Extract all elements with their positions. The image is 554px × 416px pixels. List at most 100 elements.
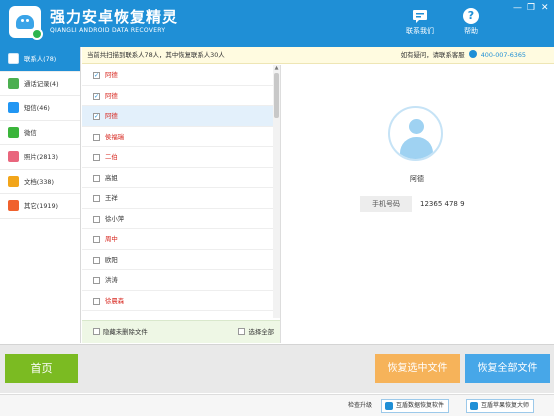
contact-row[interactable]: ✓ 阿德 <box>82 65 273 86</box>
contact-us-button[interactable]: 联系我们 <box>400 8 440 42</box>
contact-us-icon <box>413 10 427 23</box>
contact-checkbox[interactable] <box>93 133 100 141</box>
contact-checkbox[interactable] <box>93 174 100 182</box>
sidebar-item-label: 照片(2813) <box>24 153 59 161</box>
contacts-icon <box>8 53 19 64</box>
check-update-link[interactable]: 检查升级 <box>348 395 372 416</box>
contact-row[interactable]: 侯福瑞 <box>82 127 273 147</box>
contact-checkbox[interactable]: ✓ <box>93 72 100 79</box>
promo-data-recovery-link[interactable]: 互盾数据恢复软件 <box>381 399 450 413</box>
title-bar: 强力安卓恢复精灵 QIANGLI ANDROID DATA RECOVERY 联… <box>0 0 554 47</box>
contact-name: 侯福瑞 <box>105 132 125 141</box>
contact-row[interactable]: 高姐 <box>82 168 273 188</box>
contact-checkbox[interactable] <box>93 277 100 284</box>
contact-row[interactable]: 周中 <box>82 229 273 250</box>
contact-row[interactable]: 王祥 <box>82 188 273 209</box>
contact-row[interactable]: ✓ 阿德 <box>82 86 273 106</box>
contact-row[interactable]: 欧阳 <box>82 250 273 270</box>
contact-name: 王祥 <box>105 194 118 202</box>
data-recovery-app-icon <box>385 402 393 410</box>
promo-apple-recovery-label: 互盾苹果恢复大师 <box>481 402 530 409</box>
contact-name: 洪涛 <box>105 276 118 284</box>
contact-name: 阿德 <box>105 91 118 100</box>
phone-value: 12365 478 9 <box>420 200 465 208</box>
sidebar-item[interactable]: 短信(46) <box>0 96 80 121</box>
sidebar-item[interactable]: 通话记录(4) <box>0 72 80 96</box>
phone-icon <box>468 50 477 58</box>
help-button[interactable]: ? 帮助 <box>451 8 491 42</box>
contact-checkbox[interactable]: ✓ <box>93 113 100 120</box>
support-info: 如有疑问，请联系客服 400-007-6365 <box>401 47 526 64</box>
contact-us-label: 联系我们 <box>406 27 434 35</box>
contact-checkbox[interactable] <box>93 297 100 305</box>
select-all-checkbox[interactable] <box>238 328 246 335</box>
contact-detail-panel: 阿德 手机号码 12365 478 9 <box>282 65 554 343</box>
contact-list-panel: ✓ 阿德 ✓ 阿德 ✓ 阿德侯福瑞二伯高姐王祥徐小萍周中欧阳洪涛徐晨森 ▲ 隐藏未删除文件… <box>82 65 281 343</box>
apple-recovery-app-icon <box>470 402 478 410</box>
maximize-button[interactable]: ❐ <box>527 3 535 13</box>
contact-row[interactable]: 洪涛 <box>82 270 273 291</box>
app-logo-icon <box>9 6 43 40</box>
home-button[interactable]: 首页 <box>5 354 78 383</box>
restore-all-button[interactable]: 恢复全部文件 <box>465 354 550 383</box>
call-log-icon <box>8 77 19 89</box>
minimize-button[interactable]: — <box>513 3 522 13</box>
contact-avatar-icon <box>388 106 443 161</box>
contact-checkbox[interactable] <box>93 256 100 264</box>
others-icon <box>8 200 19 211</box>
contact-row[interactable]: 二伯 <box>82 147 273 168</box>
hide-deleted-toggle[interactable]: 隐藏未删除文件 <box>93 321 148 343</box>
scroll-thumb[interactable] <box>274 73 279 118</box>
sidebar-item-label: 文档(338) <box>24 177 54 186</box>
hide-deleted-label: 隐藏未删除文件 <box>103 328 148 336</box>
list-scrollbar[interactable]: ▲ <box>273 65 280 318</box>
phone-label: 手机号码 <box>360 196 412 212</box>
promo-data-recovery-label: 互盾数据恢复软件 <box>396 402 445 409</box>
action-bar: 首页 恢复选中文件 恢复全部文件 <box>0 344 554 393</box>
contact-checkbox[interactable]: ✓ <box>93 92 100 100</box>
contact-name: 二伯 <box>105 153 118 161</box>
info-bar: 当前共扫描到联系人78人，其中恢复联系人30人 如有疑问，请联系客服 400-0… <box>82 47 554 64</box>
documents-icon <box>8 175 19 187</box>
contact-name: 高姐 <box>105 173 118 182</box>
sidebar-item-label: 联系人(78) <box>24 55 57 63</box>
contact-name: 阿德 <box>410 175 424 183</box>
select-all-toggle[interactable]: 选择全部 <box>238 321 274 343</box>
sidebar-item[interactable]: 微信 <box>0 121 80 145</box>
sidebar-item[interactable]: 照片(2813) <box>0 145 80 170</box>
contact-checkbox[interactable] <box>93 154 100 161</box>
android-icon <box>16 15 34 29</box>
select-all-label: 选择全部 <box>248 328 274 336</box>
sidebar-item-label: 短信(46) <box>24 104 50 112</box>
contact-list: ✓ 阿德 ✓ 阿德 ✓ 阿德侯福瑞二伯高姐王祥徐小萍周中欧阳洪涛徐晨森 <box>82 65 273 318</box>
contact-name: 欧阳 <box>105 255 118 264</box>
category-sidebar: 联系人(78) 通话记录(4) 短信(46) 微信照片(2813) 文档(338) 其它(… <box>0 47 81 343</box>
scroll-up-icon[interactable]: ▲ <box>273 65 280 71</box>
sidebar-item-label: 通话记录(4) <box>24 79 59 88</box>
contact-name: 周中 <box>105 235 118 243</box>
status-bar: 检查升级 互盾数据恢复软件 互盾苹果恢复大师 <box>0 394 554 416</box>
restore-selected-button[interactable]: 恢复选中文件 <box>375 354 460 383</box>
contact-name: 徐小萍 <box>105 214 125 223</box>
support-phone: 400-007-6365 <box>480 51 526 59</box>
sidebar-item[interactable]: 联系人(78) <box>0 47 80 72</box>
promo-apple-recovery-link[interactable]: 互盾苹果恢复大师 <box>466 399 535 413</box>
app-subtitle: QIANGLI ANDROID DATA RECOVERY <box>50 27 166 34</box>
contact-name: 阿德 <box>105 112 118 120</box>
contact-name: 阿德 <box>105 71 118 79</box>
contact-checkbox[interactable] <box>93 195 100 202</box>
recovery-badge-icon <box>31 28 43 40</box>
contact-row[interactable]: 徐晨森 <box>82 291 273 311</box>
contact-name: 徐晨森 <box>105 296 125 305</box>
contact-row[interactable]: 徐小萍 <box>82 209 273 229</box>
close-button[interactable]: ✕ <box>541 3 549 13</box>
wechat-icon <box>8 126 19 138</box>
contact-row[interactable]: ✓ 阿德 <box>82 106 273 127</box>
app-title: 强力安卓恢复精灵 <box>50 8 179 26</box>
sidebar-item[interactable]: 其它(1919) <box>0 194 80 219</box>
sidebar-item[interactable]: 文档(338) <box>0 170 80 194</box>
contact-checkbox[interactable] <box>93 215 100 223</box>
list-footer: 隐藏未删除文件 选择全部 <box>82 320 280 343</box>
contact-checkbox[interactable] <box>93 236 100 243</box>
hide-deleted-checkbox[interactable] <box>93 328 100 335</box>
